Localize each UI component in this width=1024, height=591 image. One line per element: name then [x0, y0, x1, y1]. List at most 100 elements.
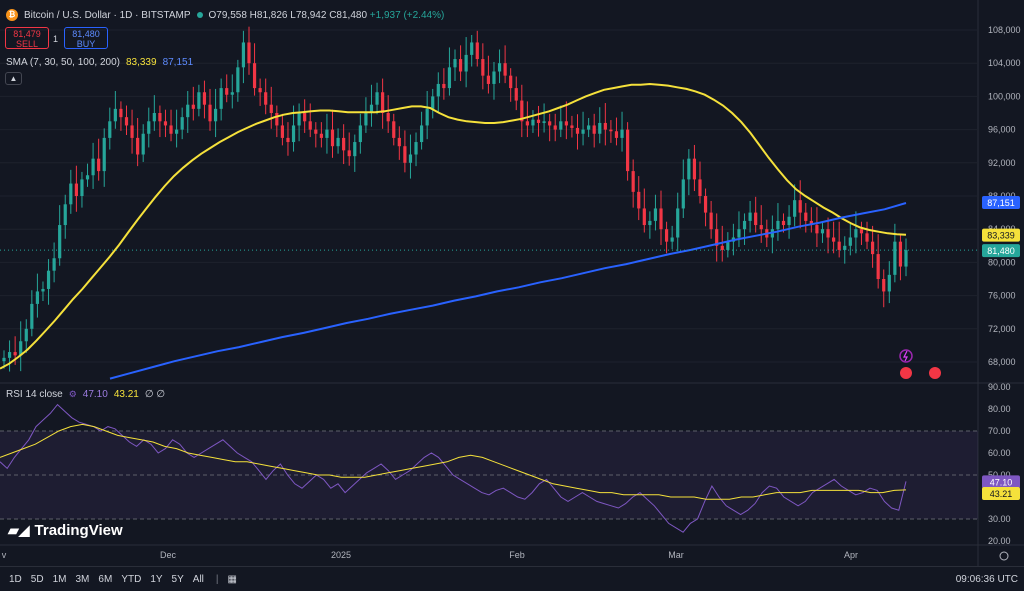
candle-body [458, 59, 463, 72]
candle-body [759, 225, 763, 230]
rsi-legend[interactable]: RSI 14 close ⚙ 47.10 43.21 ∅ ∅ [6, 389, 165, 400]
candle-body [592, 125, 596, 134]
candle-body [236, 67, 240, 93]
candle-body [291, 125, 296, 143]
candle-body [642, 208, 646, 226]
candle-body [208, 104, 212, 122]
timeframe-6m[interactable]: 6M [98, 574, 112, 585]
candle-body [536, 119, 541, 123]
candle-body [97, 158, 101, 172]
candle-body [470, 42, 474, 55]
candle-body [553, 125, 557, 130]
candle-body [230, 92, 234, 95]
candle-body [436, 83, 440, 97]
candle-body [865, 233, 869, 242]
timeframe-3m[interactable]: 3M [76, 574, 90, 585]
utc-clock[interactable]: 09:06:36 UTC [956, 574, 1018, 585]
tradingview-logo-text: TradingView [34, 522, 123, 539]
candle-body [286, 137, 290, 143]
calendar-range-icon[interactable]: ▦ [228, 574, 237, 585]
candle-body [169, 125, 173, 134]
candle-body [308, 121, 312, 130]
candle-body [41, 288, 45, 292]
symbol-title[interactable]: Bitcoin / U.S. Dollar · 1D · BITSTAMP [24, 10, 191, 21]
candle-body [525, 121, 529, 126]
candle-body [119, 108, 123, 118]
candle-body [152, 113, 156, 122]
ohlc-close: C81,480 [329, 9, 368, 21]
timeframe-1y[interactable]: 1Y [150, 574, 162, 585]
price-axis-label: 96,000 [988, 125, 1016, 135]
candle-body [670, 237, 674, 242]
candle-body [35, 291, 40, 304]
candle-body [598, 122, 602, 134]
symbol-legend: ₿ Bitcoin / U.S. Dollar · 1D · BITSTAMP … [6, 9, 444, 21]
chart-svg[interactable]: 108,000104,000100,00096,00092,00088,0008… [0, 0, 1024, 591]
candle-body [330, 129, 335, 147]
sma-fast-value: 83,339 [125, 57, 157, 68]
candle-body [781, 220, 786, 226]
candle-body [397, 137, 401, 147]
candle-body [442, 83, 446, 89]
rsi-ma-value: 43.21 [113, 389, 139, 400]
timeframe-5y[interactable]: 5Y [172, 574, 184, 585]
time-axis-label: 2025 [331, 550, 351, 560]
candle-body [887, 274, 891, 292]
buy-button[interactable]: 81,480 BUY [64, 27, 108, 49]
candle-body [447, 67, 452, 89]
candle-body [464, 54, 468, 72]
candle-body [637, 191, 641, 209]
buy-price: 81,480 [72, 29, 100, 39]
candle-body [425, 108, 429, 126]
candle-body [419, 125, 424, 143]
candle-body [186, 104, 190, 118]
candle-body [475, 42, 479, 60]
rsi-axis-label: 60.00 [988, 448, 1011, 458]
rsi-axis-label: 20.00 [988, 536, 1011, 546]
candle-body [787, 216, 791, 226]
chevron-up-icon[interactable]: ▲ [5, 72, 22, 85]
last-price-tag: 81,480 [987, 246, 1015, 256]
bitcoin-icon: ₿ [6, 9, 18, 21]
rsi-band [0, 431, 978, 519]
candle-body [832, 237, 836, 242]
candle-body [358, 125, 362, 143]
chart-area[interactable]: 108,000 104,000 100,000 96,000 92,000 88,000 8… [0, 0, 1024, 591]
timeframe-5d[interactable]: 5D [31, 574, 44, 585]
timeframe-1m[interactable]: 1M [53, 574, 67, 585]
candle-body [503, 63, 507, 76]
candle-body [481, 59, 485, 76]
sma-legend[interactable]: SMA (7, 30, 50, 100, 200) 83,339 87,151 [6, 57, 193, 68]
timeframe-all[interactable]: All [193, 574, 204, 585]
timeframe-1d[interactable]: 1D [9, 574, 22, 585]
candle-body [793, 200, 797, 217]
sell-button[interactable]: 81,479 SELL [5, 27, 49, 49]
candle-body [681, 179, 685, 209]
tradingview-logo[interactable]: ▰◢ TradingView [8, 522, 123, 539]
candle-body [147, 121, 151, 134]
settings-icon[interactable]: ⚙ [69, 389, 77, 400]
ohlc-values: O79,558 H81,826 L78,942 C81,480 +1,937 (… [209, 10, 445, 21]
candle-body [497, 63, 502, 72]
timeframe-ytd[interactable]: YTD [121, 574, 141, 585]
candle-body [74, 183, 78, 196]
candle-body [108, 121, 112, 138]
candle-body [626, 129, 630, 172]
candle-body [904, 250, 908, 267]
candle-body [453, 59, 457, 68]
candle-body [13, 352, 17, 356]
rsi-empty-values: ∅ ∅ [144, 389, 166, 400]
candle-body [509, 75, 513, 89]
candle-body [163, 121, 168, 126]
price-axis-label: 76,000 [988, 291, 1016, 301]
time-axis-label: Dec [160, 550, 177, 560]
candle-body [870, 241, 875, 255]
candle-body [102, 137, 106, 172]
ohlc-low: L78,942 [290, 9, 327, 21]
candle-body [854, 229, 858, 238]
time-axis-label: Feb [509, 550, 525, 560]
candle-body [898, 241, 903, 267]
candle-body [213, 108, 218, 122]
candle-body [653, 208, 658, 221]
rsi-axis-label: 30.00 [988, 514, 1011, 524]
